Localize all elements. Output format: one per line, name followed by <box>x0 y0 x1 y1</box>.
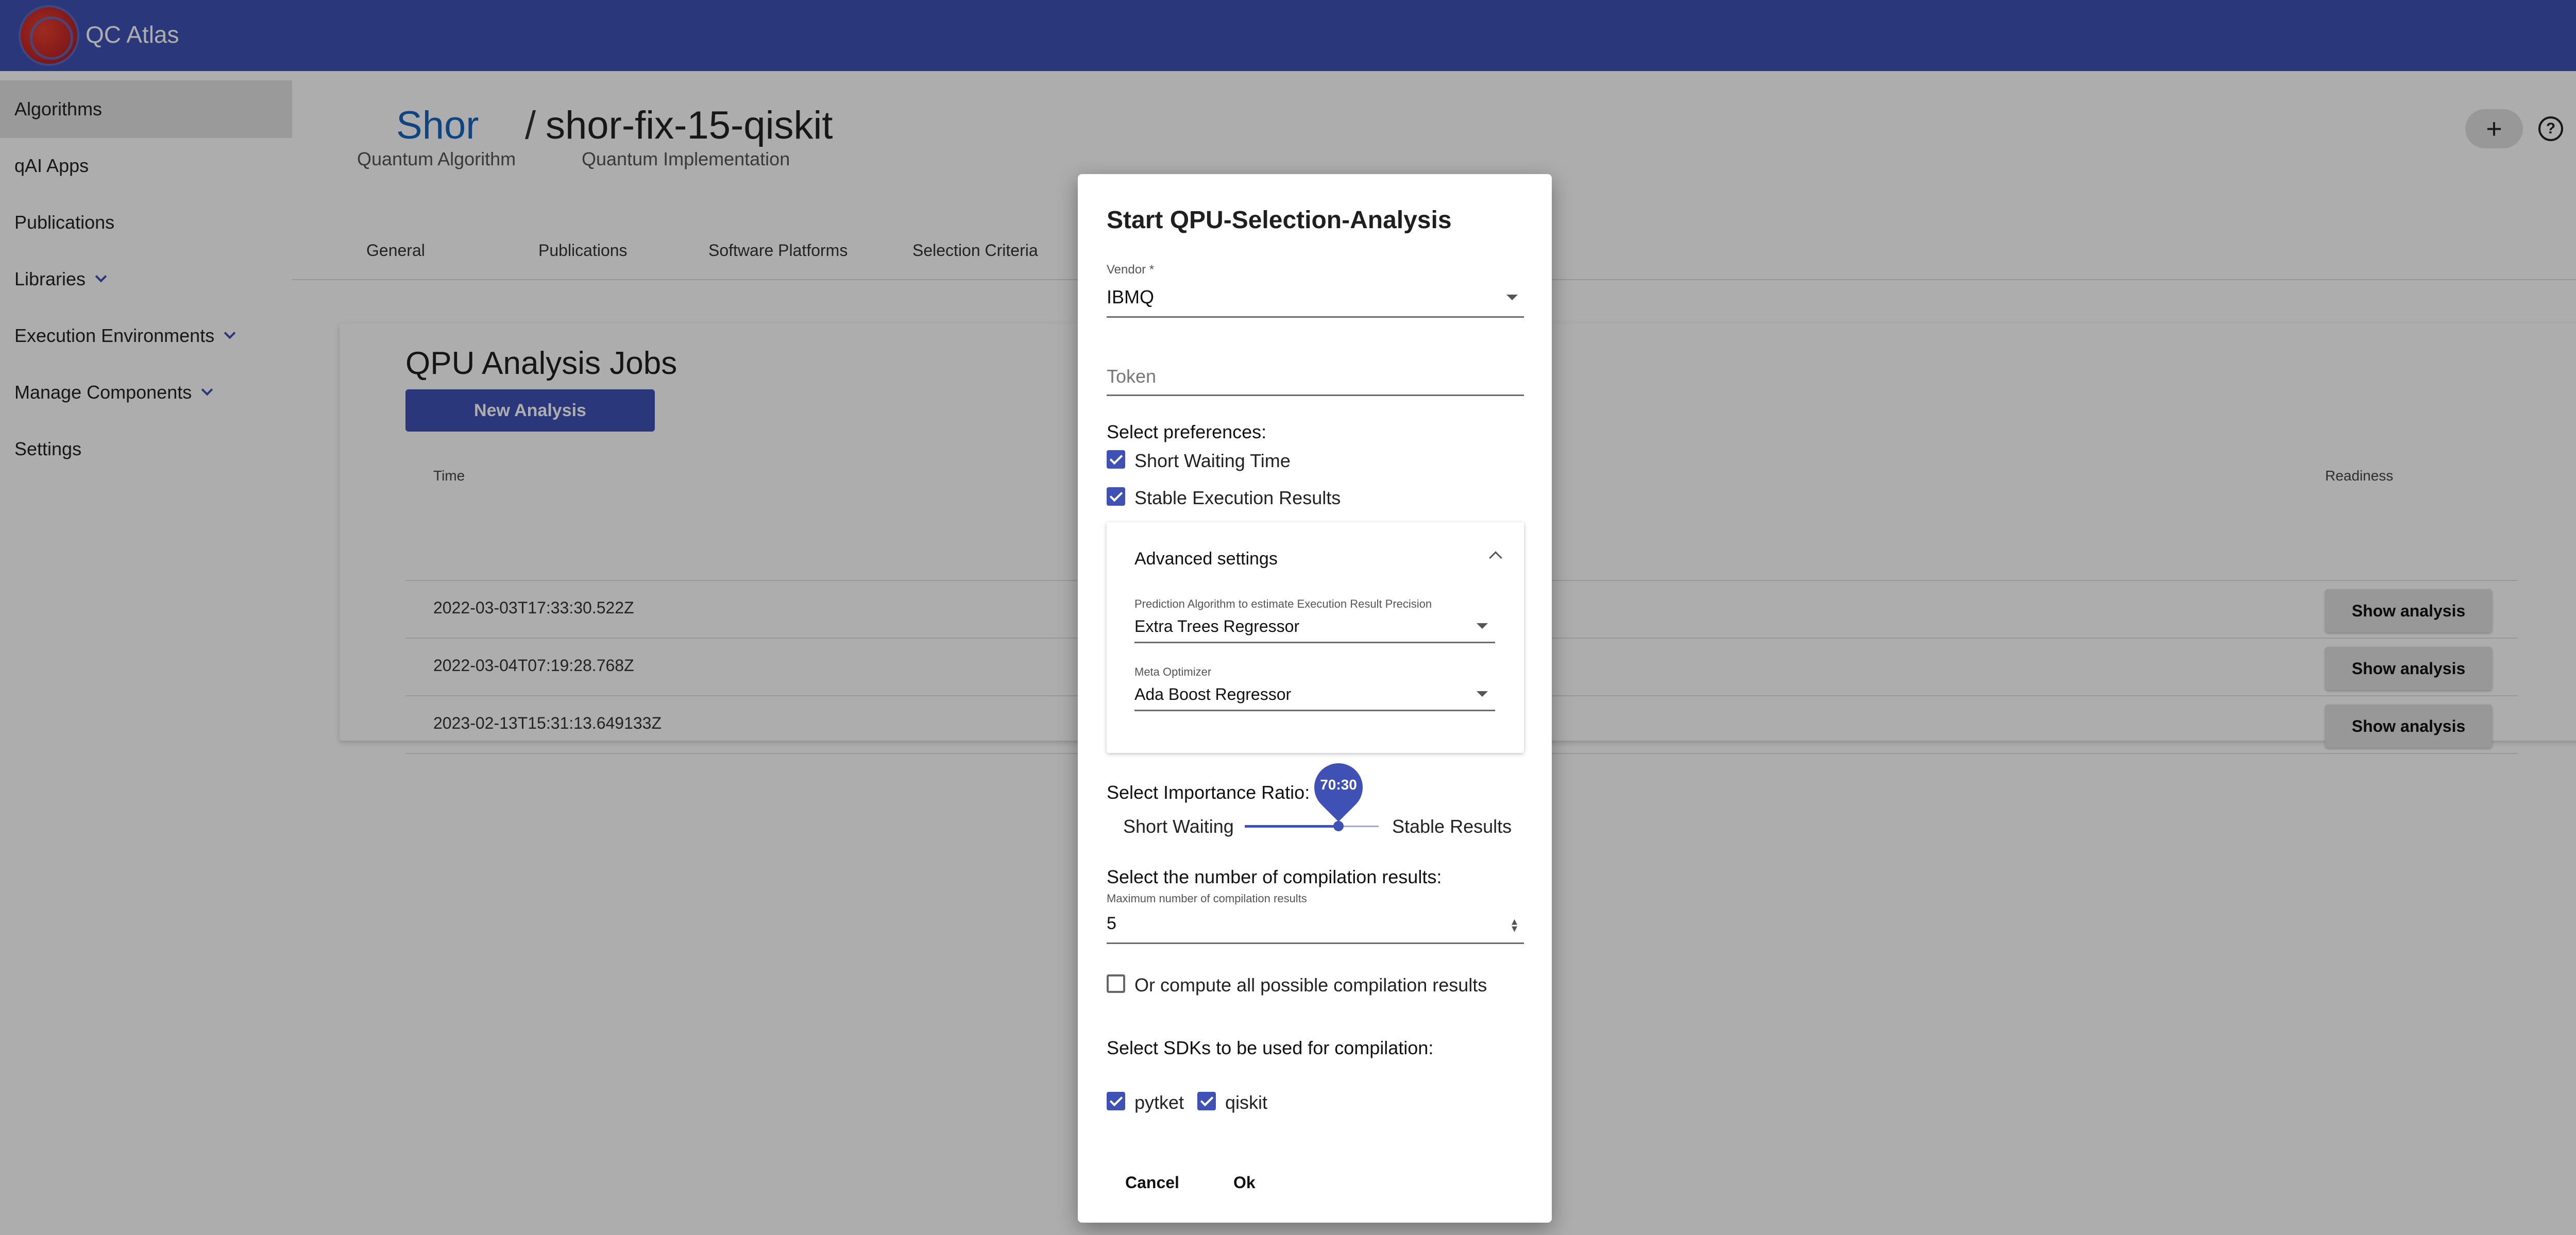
meta-optimizer-label: Meta Optimizer <box>1134 665 1212 678</box>
ratio-left-label: Short Waiting <box>1123 816 1234 837</box>
token-placeholder: Token <box>1107 366 1157 387</box>
token-underline <box>1107 394 1524 396</box>
qiskit-checkbox[interactable] <box>1197 1092 1216 1110</box>
ratio-slider-thumb[interactable] <box>1333 821 1344 831</box>
qiskit-label[interactable]: qiskit <box>1225 1092 1267 1113</box>
ratio-slider-fill <box>1245 825 1338 828</box>
prediction-underline <box>1134 642 1495 643</box>
compute-all-label[interactable]: Or compute all possible compilation resu… <box>1134 974 1487 996</box>
pytket-checkbox[interactable] <box>1107 1092 1125 1110</box>
sdk-label: Select SDKs to be used for compilation: <box>1107 1037 1434 1058</box>
stable-results-label[interactable]: Stable Execution Results <box>1134 487 1341 509</box>
cancel-button[interactable]: Cancel <box>1125 1173 1179 1192</box>
short-waiting-label[interactable]: Short Waiting Time <box>1134 450 1291 472</box>
dialog-title: Start QPU-Selection-Analysis <box>1107 207 1452 234</box>
preferences-label: Select preferences: <box>1107 421 1267 442</box>
pytket-label[interactable]: pytket <box>1134 1092 1184 1113</box>
vendor-value: IBMQ <box>1107 286 1155 307</box>
max-results-underline <box>1107 942 1524 944</box>
short-waiting-checkbox[interactable] <box>1107 450 1125 469</box>
qpu-selection-dialog: Start QPU-Selection-Analysis Vendor * IB… <box>1078 174 1552 1223</box>
meta-optimizer-value: Ada Boost Regressor <box>1134 685 1292 704</box>
prediction-value: Extra Trees Regressor <box>1134 617 1300 636</box>
stable-results-checkbox[interactable] <box>1107 487 1125 506</box>
number-spinner-icon[interactable]: ▴ ▾ <box>1512 916 1517 934</box>
vendor-underline <box>1107 316 1524 318</box>
advanced-settings-header[interactable]: Advanced settings <box>1134 549 1278 569</box>
meta-optimizer-underline <box>1134 710 1495 711</box>
ratio-right-label: Stable Results <box>1392 816 1512 837</box>
dropdown-arrow-icon <box>1506 295 1518 300</box>
importance-ratio-label: Select Importance Ratio: <box>1107 782 1310 803</box>
max-results-label: Maximum number of compilation results <box>1107 892 1307 905</box>
compilation-results-label: Select the number of compilation results… <box>1107 866 1442 887</box>
advanced-settings-panel: Advanced settings Prediction Algorithm t… <box>1107 522 1524 753</box>
dropdown-arrow-icon <box>1477 691 1488 697</box>
ratio-value-text: 70:30 <box>1320 777 1357 793</box>
ok-button[interactable]: Ok <box>1233 1173 1256 1192</box>
prediction-label: Prediction Algorithm to estimate Executi… <box>1134 597 1432 610</box>
chevron-up-icon[interactable] <box>1489 551 1502 564</box>
compute-all-checkbox[interactable] <box>1107 974 1125 993</box>
vendor-label: Vendor * <box>1107 263 1155 277</box>
max-results-value: 5 <box>1107 914 1116 933</box>
dropdown-arrow-icon <box>1477 623 1488 629</box>
